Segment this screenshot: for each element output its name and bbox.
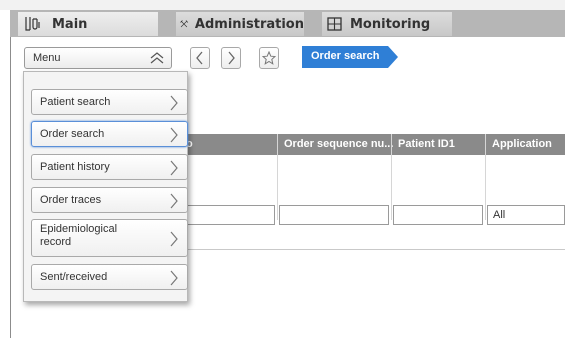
filter-input[interactable]: [180, 205, 275, 225]
patient-id-filter-input[interactable]: [393, 205, 483, 225]
menu-item-label: Patient search: [40, 96, 111, 108]
column-header-application[interactable]: Application: [492, 138, 552, 150]
menu-button-label: Menu: [33, 52, 61, 64]
monitor-icon: [327, 17, 342, 31]
column-header-order-sequence[interactable]: Order sequence nu...: [284, 138, 393, 150]
top-strip: [0, 0, 565, 10]
column-divider: [485, 134, 486, 220]
menu-item-label: Sent/received: [40, 271, 108, 283]
tab-monitoring[interactable]: Monitoring: [322, 12, 452, 36]
chevron-right-icon: [228, 51, 235, 65]
chevron-right-icon: [170, 231, 178, 247]
column-header-patient-id[interactable]: Patient ID1: [398, 138, 455, 150]
tab-administration-label: Administration: [194, 16, 304, 32]
breadcrumb[interactable]: Order search: [300, 46, 400, 68]
chevron-right-icon: [170, 193, 178, 209]
tab-bar: Main Administration Monitoring: [10, 10, 565, 37]
application-filter-select[interactable]: All: [487, 205, 565, 225]
menu-button[interactable]: Menu: [24, 47, 172, 69]
menu-item-order-search[interactable]: Order search: [31, 121, 188, 147]
favorite-button[interactable]: [259, 47, 279, 69]
chevron-left-icon: [196, 51, 203, 65]
forward-button[interactable]: [221, 47, 241, 69]
tab-main-label: Main: [52, 16, 88, 32]
menu-item-label: Patient history: [40, 161, 110, 173]
tab-administration[interactable]: Administration: [176, 12, 304, 36]
menu-item-sent-received[interactable]: Sent/received: [31, 264, 188, 290]
chevron-right-icon: [170, 127, 178, 143]
star-icon: [262, 51, 276, 65]
menu-item-label: Order search: [40, 128, 105, 140]
menu-item-patient-history[interactable]: Patient history: [31, 154, 188, 180]
tools-icon: [180, 20, 189, 28]
menu-item-label: Order traces: [40, 194, 102, 206]
double-chevron-up-icon: [150, 52, 164, 64]
menu-item-epidemiological-record[interactable]: Epidemiological record: [31, 219, 188, 257]
column-divider: [391, 134, 392, 220]
menu-item-order-traces[interactable]: Order traces: [31, 187, 188, 213]
menu-item-label: Epidemiological record: [40, 223, 118, 248]
chevron-right-icon: [170, 160, 178, 176]
tab-monitoring-label: Monitoring: [350, 16, 431, 32]
flask-icon: [25, 17, 40, 31]
column-divider: [277, 134, 278, 220]
chevron-right-icon: [170, 270, 178, 286]
chevron-right-icon: [170, 95, 178, 111]
application-filter-value: All: [493, 209, 506, 221]
breadcrumb-label: Order search: [311, 50, 380, 62]
order-sequence-filter-input[interactable]: [279, 205, 389, 225]
back-button[interactable]: [190, 47, 210, 69]
menu-item-patient-search[interactable]: Patient search: [31, 89, 188, 115]
tab-main[interactable]: Main: [18, 12, 158, 36]
